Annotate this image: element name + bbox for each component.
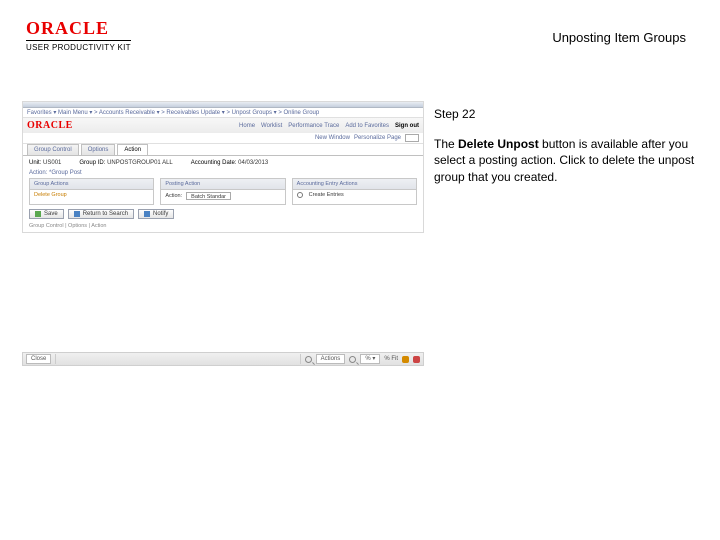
subheader: New Window Personalize Page [23,133,423,144]
unit-value: US001 [43,160,61,166]
zoom-select[interactable]: % ▾ [360,354,380,364]
actions-button[interactable]: Actions [316,354,346,364]
col-head-group-actions: Group Actions [30,179,153,190]
return-button[interactable]: Return to Search [68,209,134,219]
fit-label: % Fit [384,356,398,362]
notify-button-label: Notify [153,211,168,217]
divider [55,354,56,364]
http-icon[interactable] [405,134,419,142]
col-head-posting-action: Posting Action [161,179,284,190]
delete-group-link[interactable]: Delete Group [34,192,67,198]
link-worklist[interactable]: Worklist [261,123,282,129]
app-header: ORACLE Home Worklist Performance Trace A… [23,118,423,133]
instruction-bold: Delete Unpost [458,137,539,151]
bl-options[interactable]: Options [68,223,87,229]
oracle-wordmark: ORACLE [26,18,131,39]
help-icon[interactable] [402,356,409,363]
link-perf-trace[interactable]: Performance Trace [288,123,339,129]
link-home[interactable]: Home [239,123,255,129]
tab-strip: Group Control Options Action [23,144,423,155]
link-signout[interactable]: Sign out [395,123,419,129]
zoom-in-icon[interactable] [349,356,356,363]
group-id-label: Group ID: [79,160,105,166]
link-add-fav[interactable]: Add to Favorites [345,123,389,129]
product-line: USER PRODUCTIVITY KIT [26,40,131,52]
app-brand: ORACLE [27,120,73,131]
close-icon[interactable] [413,356,420,363]
bl-action[interactable]: Action [91,223,106,229]
link-personalize[interactable]: Personalize Page [354,135,401,141]
tab-action[interactable]: Action [117,144,148,155]
bl-group-control[interactable]: Group Control [29,223,64,229]
instruction-text: The Delete Unpost button is available af… [434,136,698,185]
notify-icon [144,211,150,217]
columns: Group Actions Delete Group Posting Actio… [29,178,417,205]
return-icon [74,211,80,217]
posting-action-label: Action: [165,193,182,199]
header-links: Home Worklist Performance Trace Add to F… [239,123,419,129]
tab-group-control[interactable]: Group Control [27,144,79,155]
save-button-label: Save [44,211,58,217]
return-button-label: Return to Search [83,211,128,217]
action-section-title: Action: *Group Post [29,170,417,176]
unit-label: Unit: [29,160,41,166]
posting-action-select[interactable]: Batch Standar [186,192,231,200]
divider [300,354,301,364]
info-row: Unit: US001 Group ID: UNPOSTGROUP01 ALL … [29,160,417,166]
tab-options[interactable]: Options [81,144,116,155]
col-posting-action: Posting Action Action: Batch Standar [160,178,285,205]
button-row: Save Return to Search Notify [29,209,417,219]
col-group-actions: Group Actions Delete Group [29,178,154,205]
col-head-accounting: Accounting Entry Actions [293,179,416,190]
zoom-out-icon[interactable] [305,356,312,363]
playback-bar: Close Actions % ▾ % Fit [22,352,424,366]
save-button[interactable]: Save [29,209,64,219]
col-accounting-entry: Accounting Entry Actions Create Entries [292,178,417,205]
acct-date-label: Accounting Date: [191,160,237,166]
tab-content: Unit: US001 Group ID: UNPOSTGROUP01 ALL … [23,155,423,232]
page-title: Unposting Item Groups [552,30,686,45]
instruction-panel: Step 22 The Delete Unpost button is avai… [434,106,698,185]
oracle-logo-block: ORACLE USER PRODUCTIVITY KIT [26,18,131,52]
group-id-value: UNPOSTGROUP01 ALL [107,160,173,166]
notify-button[interactable]: Notify [138,209,174,219]
instruction-pre: The [434,137,458,151]
breadcrumb[interactable]: Favorites ▾ Main Menu ▾ > Accounts Recei… [23,108,423,118]
link-new-window[interactable]: New Window [315,135,350,141]
create-entries-radio[interactable] [297,192,303,198]
close-button[interactable]: Close [26,354,51,364]
create-entries-label: Create Entries [309,192,344,198]
step-label: Step 22 [434,106,698,122]
embedded-screenshot: Favorites ▾ Main Menu ▾ > Accounts Recei… [22,101,424,233]
acct-date-value: 04/03/2013 [238,160,268,166]
bottom-links: Group Control | Options | Action [29,223,417,229]
save-icon [35,211,41,217]
